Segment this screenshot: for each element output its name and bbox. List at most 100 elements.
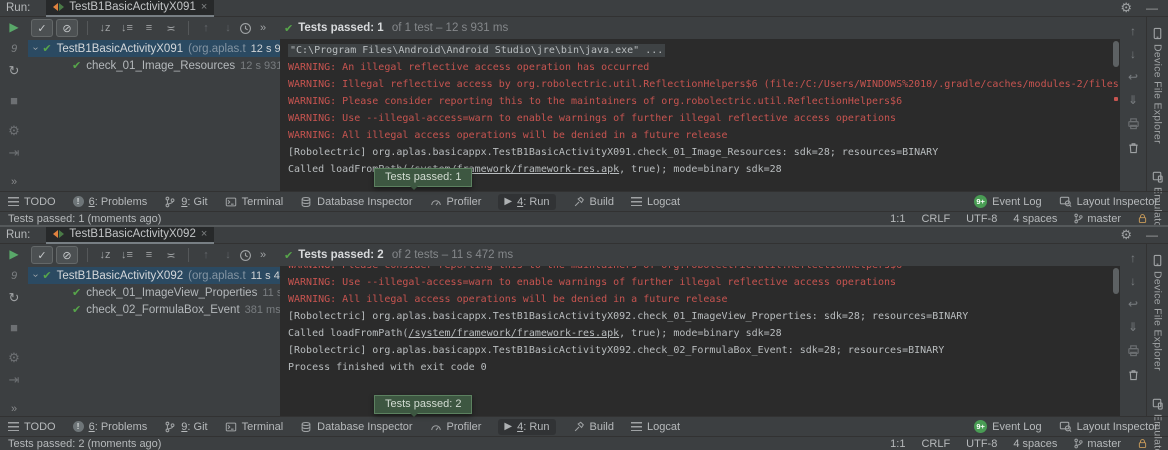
indent-setting[interactable]: 4 spaces — [1013, 438, 1057, 450]
line-ending[interactable]: CRLF — [921, 213, 950, 225]
show-passed-toggle[interactable]: ✓ — [31, 19, 53, 37]
toolbar-build[interactable]: Build — [573, 196, 614, 208]
sort-by-duration-icon[interactable]: ↓≡ — [116, 22, 138, 34]
expand-all-icon[interactable]: ≡ — [138, 249, 160, 261]
show-ignored-toggle[interactable]: ⊘ — [56, 246, 78, 264]
chevron-down-icon[interactable]: › — [30, 47, 41, 50]
test-history-icon[interactable] — [239, 22, 252, 35]
rerun-failed-tests-icon[interactable]: 9 — [11, 42, 17, 56]
refresh-icon[interactable]: ↻ — [9, 64, 20, 78]
toolbar-database-inspector[interactable]: Database Inspector — [300, 421, 412, 433]
up-arrow-icon[interactable]: ↑ — [1130, 252, 1136, 264]
previous-failed-test-icon[interactable]: ↑ — [195, 22, 217, 34]
print-icon[interactable] — [1127, 117, 1140, 130]
sort-by-duration-icon[interactable]: ↓≡ — [116, 249, 138, 261]
rerun-failed-tests-icon[interactable]: 9 — [11, 269, 17, 283]
git-branch-widget[interactable]: master — [1073, 213, 1121, 225]
toolbar-problems[interactable]: !6: Problems — [73, 196, 148, 208]
settings-gear-icon[interactable]: ⚙ — [1120, 0, 1132, 16]
toolbar-run[interactable]: ▶4: Run — [498, 419, 555, 435]
framework-res-link[interactable]: /system/framework/framework-res.apk — [408, 328, 619, 339]
stop-icon[interactable]: ■ — [10, 321, 18, 335]
more-toolbar-icon[interactable]: » — [252, 22, 274, 34]
toolbar-event-log[interactable]: 9+Event Log — [974, 420, 1042, 433]
caret-position[interactable]: 1:1 — [890, 213, 905, 225]
toolbar-logcat[interactable]: Logcat — [631, 196, 680, 208]
toolbar-git[interactable]: 9: Git — [164, 421, 207, 433]
toolbar-build[interactable]: Build — [573, 421, 614, 433]
git-branch-widget[interactable]: master — [1073, 438, 1121, 450]
test-tree-root-row[interactable]: › ✔ TestB1BasicActivityX092 (org.aplas.t… — [28, 267, 280, 284]
expand-all-icon[interactable]: ≡ — [138, 22, 160, 34]
lock-icon[interactable] — [1137, 213, 1148, 224]
run-tab[interactable]: TestB1BasicActivityX091 × — [46, 0, 214, 17]
soft-wrap-icon[interactable]: ↩ — [1128, 298, 1138, 310]
sort-alphabetically-icon[interactable]: ↓z — [94, 249, 116, 261]
toolbar-todo[interactable]: TODO — [8, 421, 56, 433]
previous-failed-test-icon[interactable]: ↑ — [195, 249, 217, 261]
soft-wrap-icon[interactable]: ↩ — [1128, 71, 1138, 83]
test-tree-root-row[interactable]: › ✔ TestB1BasicActivityX091 (org.aplas.t… — [28, 40, 280, 57]
test-settings-gear-icon[interactable]: ⚙ — [8, 351, 20, 365]
file-encoding[interactable]: UTF-8 — [966, 213, 997, 225]
caret-position[interactable]: 1:1 — [890, 438, 905, 450]
toolbar-logcat[interactable]: Logcat — [631, 421, 680, 433]
close-tab-icon[interactable]: × — [201, 228, 207, 240]
up-arrow-icon[interactable]: ↑ — [1130, 25, 1136, 37]
show-passed-toggle[interactable]: ✓ — [31, 246, 53, 264]
more-toolbar-icon[interactable]: » — [252, 249, 274, 261]
scroll-to-end-icon[interactable]: ⇓ — [1128, 94, 1138, 106]
rerun-tests-icon[interactable]: ▶ — [9, 20, 18, 34]
console-scrollbar[interactable] — [1113, 268, 1119, 294]
toolbar-terminal[interactable]: Terminal — [225, 196, 284, 208]
toolbar-layout-inspector[interactable]: Layout Inspector — [1059, 420, 1158, 433]
minimize-icon[interactable]: — — [1146, 1, 1158, 15]
scroll-to-end-icon[interactable]: ⇓ — [1128, 321, 1138, 333]
collapse-all-icon[interactable]: ≍ — [160, 249, 182, 262]
collapse-all-icon[interactable]: ≍ — [160, 22, 182, 35]
sort-alphabetically-icon[interactable]: ↓z — [94, 22, 116, 34]
refresh-icon[interactable]: ↻ — [9, 291, 20, 305]
toolbar-profiler[interactable]: Profiler — [430, 421, 482, 433]
run-tab[interactable]: TestB1BasicActivityX092 × — [46, 227, 214, 244]
down-arrow-icon[interactable]: ↓ — [1130, 48, 1136, 60]
toolbar-run[interactable]: ▶4: Run — [498, 194, 555, 210]
chevron-down-icon[interactable]: › — [30, 274, 41, 277]
next-failed-test-icon[interactable]: ↓ — [217, 22, 239, 34]
import-test-results-icon[interactable]: ⇥ — [9, 373, 20, 387]
file-encoding[interactable]: UTF-8 — [966, 438, 997, 450]
test-history-icon[interactable] — [239, 249, 252, 262]
settings-gear-icon[interactable]: ⚙ — [1120, 227, 1132, 243]
clear-all-trash-icon[interactable] — [1127, 141, 1140, 154]
stop-icon[interactable]: ■ — [10, 94, 18, 108]
toolbar-database-inspector[interactable]: Database Inspector — [300, 196, 412, 208]
toolbar-terminal[interactable]: Terminal — [225, 421, 284, 433]
more-options-icon[interactable]: » — [11, 403, 17, 415]
test-tree-row[interactable]: ✔ check_01_Image_Resources 12 s 931 ms — [28, 57, 280, 74]
device-file-explorer-button[interactable]: Device File Explorer — [1151, 27, 1164, 144]
rerun-tests-icon[interactable]: ▶ — [9, 247, 18, 261]
toolbar-todo[interactable]: TODO — [8, 196, 56, 208]
line-ending[interactable]: CRLF — [921, 438, 950, 450]
more-options-icon[interactable]: » — [11, 176, 17, 188]
test-tree-row[interactable]: ✔ check_01_ImageView_Properties 11 s 91 … — [28, 284, 280, 301]
test-settings-gear-icon[interactable]: ⚙ — [8, 124, 20, 138]
down-arrow-icon[interactable]: ↓ — [1130, 275, 1136, 287]
close-tab-icon[interactable]: × — [201, 1, 207, 13]
import-test-results-icon[interactable]: ⇥ — [9, 146, 20, 160]
toolbar-git[interactable]: 9: Git — [164, 196, 207, 208]
next-failed-test-icon[interactable]: ↓ — [217, 249, 239, 261]
toolbar-layout-inspector[interactable]: Layout Inspector — [1059, 195, 1158, 208]
toolbar-event-log[interactable]: 9+Event Log — [974, 195, 1042, 208]
lock-icon[interactable] — [1137, 438, 1148, 449]
print-icon[interactable] — [1127, 344, 1140, 357]
toolbar-problems[interactable]: !6: Problems — [73, 421, 148, 433]
indent-setting[interactable]: 4 spaces — [1013, 213, 1057, 225]
show-ignored-toggle[interactable]: ⊘ — [56, 19, 78, 37]
console-scrollbar[interactable] — [1113, 41, 1119, 67]
test-tree-row[interactable]: ✔ check_02_FormulaBox_Event 381 ms — [28, 301, 280, 318]
device-file-explorer-button[interactable]: Device File Explorer — [1151, 254, 1164, 371]
minimize-icon[interactable]: — — [1146, 228, 1158, 242]
toolbar-profiler[interactable]: Profiler — [430, 196, 482, 208]
clear-all-trash-icon[interactable] — [1127, 368, 1140, 381]
